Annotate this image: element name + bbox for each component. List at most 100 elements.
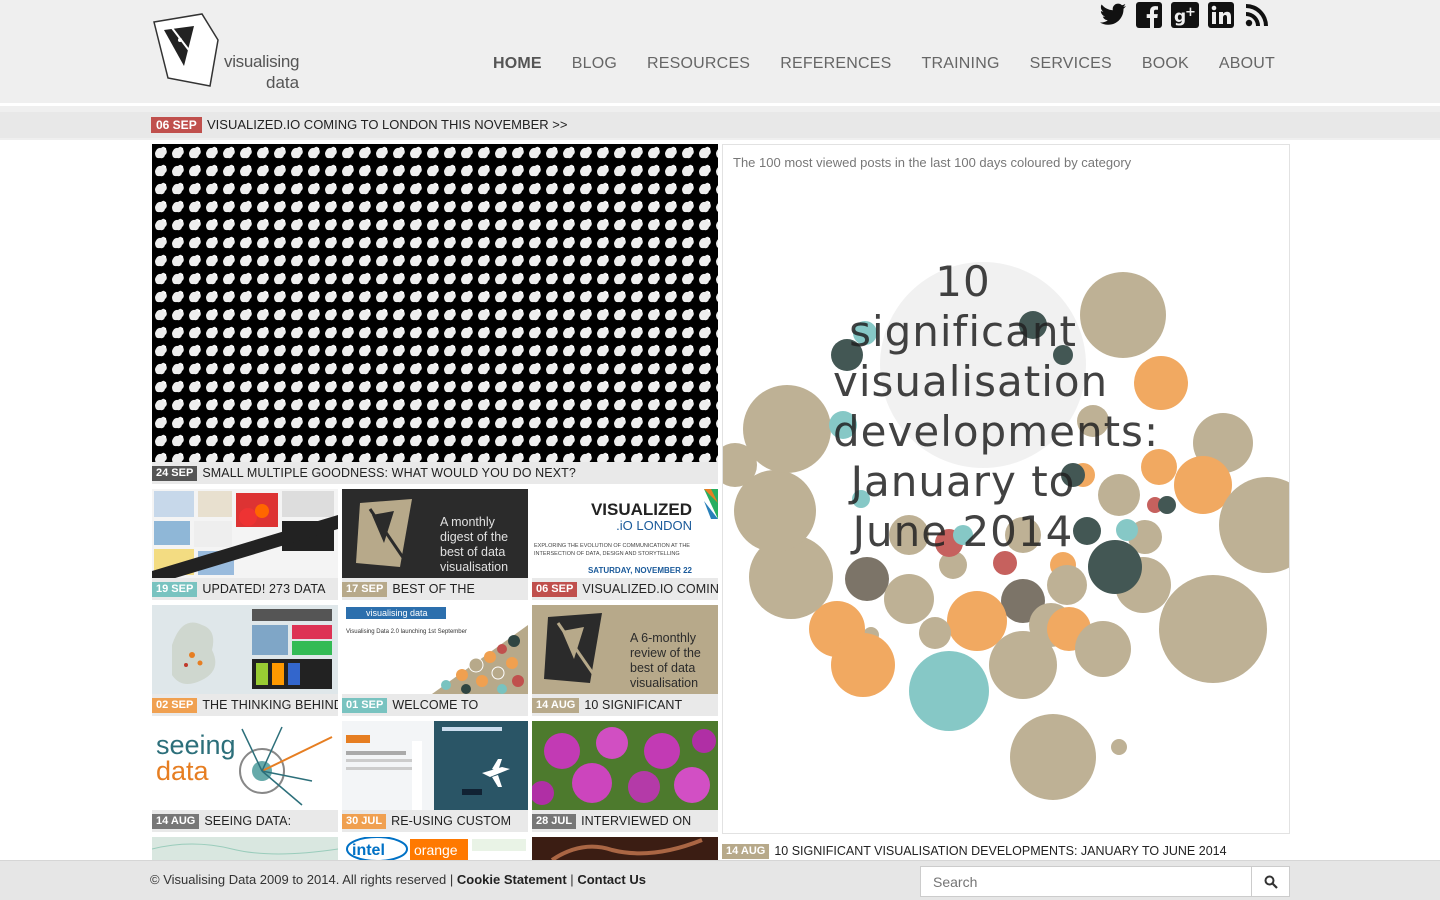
post-title[interactable]: RE-USING CUSTOM xyxy=(391,814,511,828)
post-thumbnail: seeing data xyxy=(152,721,338,810)
post-tile[interactable]: A monthly digest of the best of data vis… xyxy=(342,489,528,600)
nav-references[interactable]: REFERENCES xyxy=(780,55,891,73)
post-title[interactable]: THE THINKING BEHIND xyxy=(202,698,338,712)
facebook-icon[interactable] xyxy=(1134,0,1164,30)
brand-logos-thumbnail: intel orange xyxy=(346,837,526,860)
overlay-line: digest of the xyxy=(440,530,509,544)
photo-thumbnail xyxy=(532,837,718,860)
post-title[interactable]: INTERVIEWED ON xyxy=(581,814,691,828)
post-thumbnail xyxy=(342,721,528,810)
nav-services[interactable]: SERVICES xyxy=(1030,55,1112,73)
post-title[interactable]: BEST OF THE xyxy=(392,582,475,596)
feature-headline[interactable]: 10 significant visualisation development… xyxy=(833,257,1158,557)
date-badge: 02 SEP xyxy=(152,697,198,713)
social-links: g + xyxy=(1098,0,1272,30)
twitter-icon[interactable] xyxy=(1098,0,1128,30)
post-caption: 02 SEP THE THINKING BEHIND xyxy=(152,694,338,716)
map-collage-thumbnail xyxy=(172,609,332,689)
post-tile[interactable] xyxy=(152,837,338,860)
post-thumbnail xyxy=(152,489,338,578)
post-title[interactable]: WELCOME TO xyxy=(392,698,478,712)
small-multiples-thumbnail xyxy=(152,144,718,462)
post-caption: 14 AUG 10 SIGNIFICANT xyxy=(532,694,718,716)
search-button[interactable] xyxy=(1251,867,1289,896)
ticker-link[interactable]: VISUALIZED.IO COMING TO LONDON THIS NOVE… xyxy=(207,116,567,134)
site-logo[interactable]: visualising data xyxy=(150,12,310,92)
nav-training[interactable]: TRAINING xyxy=(922,55,1000,73)
post-tile[interactable]: VISUALIZED .iO LONDON EXPLORING THE EVOL… xyxy=(532,489,718,600)
nav-blog[interactable]: BLOG xyxy=(572,55,617,73)
nav-resources[interactable]: RESOURCES xyxy=(647,55,750,73)
overlay-line: review of the xyxy=(630,646,701,660)
search-input[interactable] xyxy=(921,867,1252,896)
search-box xyxy=(920,866,1290,897)
copyright-text: © Visualising Data 2009 to 2014. All rig… xyxy=(150,872,454,887)
featured-post-panel[interactable]: The 100 most viewed posts in the last 10… xyxy=(722,144,1290,834)
overlay-line: best of data xyxy=(630,661,696,675)
post-caption: 30 JUL RE-USING CUSTOM xyxy=(342,810,528,832)
post-caption: 19 SEP UPDATED! 273 DATA xyxy=(152,578,338,600)
hero-post-image xyxy=(152,144,718,462)
news-ticker[interactable]: 06 SEP VISUALIZED.IO COMING TO LONDON TH… xyxy=(0,112,1440,138)
date-badge: 28 JUL xyxy=(532,813,577,829)
search-icon xyxy=(1264,875,1278,889)
contact-us-link[interactable]: Contact Us xyxy=(577,872,646,887)
overlay-line: SATURDAY, NOVEMBER 22 xyxy=(587,566,692,575)
google-plus-icon[interactable]: g + xyxy=(1170,0,1200,30)
post-title[interactable]: SEEING DATA: xyxy=(204,814,291,828)
hero-post-tile[interactable]: 24 SEP SMALL MULTIPLE GOODNESS: WHAT WOU… xyxy=(152,144,718,484)
post-tile[interactable]: visualising data Visualising Data 2.0 la… xyxy=(342,605,528,716)
post-title[interactable]: 10 SIGNIFICANT VISUALISATION DEVELOPMENT… xyxy=(774,844,1226,858)
footer-text: © Visualising Data 2009 to 2014. All rig… xyxy=(150,872,646,887)
nav-book[interactable]: BOOK xyxy=(1142,55,1189,73)
post-title[interactable]: UPDATED! 273 DATA xyxy=(202,582,325,596)
post-caption: 28 JUL INTERVIEWED ON xyxy=(532,810,718,832)
post-tile[interactable]: seeing data 14 AUG SEEING DATA: xyxy=(152,721,338,832)
post-tile[interactable]: 30 JUL RE-USING CUSTOM xyxy=(342,721,528,832)
post-thumbnail: VISUALIZED .iO LONDON EXPLORING THE EVOL… xyxy=(532,489,718,578)
site-header: visualising data g + HOME BLOG RESOURCES … xyxy=(0,0,1440,106)
nav-about[interactable]: ABOUT xyxy=(1219,55,1275,73)
post-tile[interactable]: 02 SEP THE THINKING BEHIND xyxy=(152,605,338,716)
tools-collage-thumbnail xyxy=(152,491,338,578)
logo-mark-icon xyxy=(153,13,219,87)
date-badge: 14 AUG xyxy=(152,813,200,829)
date-badge: 01 SEP xyxy=(342,697,388,713)
overlay-line: .iO LONDON xyxy=(616,518,692,533)
overlay-line: visualisation xyxy=(440,560,509,574)
post-tile[interactable]: intel orange xyxy=(342,837,528,860)
post-tile[interactable]: 28 JUL INTERVIEWED ON xyxy=(532,721,718,832)
post-thumbnail xyxy=(152,605,338,694)
post-thumbnail xyxy=(532,721,718,810)
nav-home[interactable]: HOME xyxy=(493,55,542,73)
hero-caption: 24 SEP SMALL MULTIPLE GOODNESS: WHAT WOU… xyxy=(152,462,718,484)
date-badge: 30 JUL xyxy=(342,813,387,829)
date-badge: 17 SEP xyxy=(342,581,388,597)
post-thumbnail: visualising data Visualising Data 2.0 la… xyxy=(342,605,528,694)
brand-line2: data xyxy=(266,73,300,92)
eye-diagram-icon xyxy=(239,726,333,806)
post-caption: 01 SEP WELCOME TO xyxy=(342,694,528,716)
svg-text:intel: intel xyxy=(352,842,385,859)
overlay-line: A monthly xyxy=(440,515,495,529)
feature-caption: 14 AUG 10 SIGNIFICANT VISUALISATION DEVE… xyxy=(722,840,1290,862)
linkedin-icon[interactable] xyxy=(1206,0,1236,30)
site-footer: © Visualising Data 2009 to 2014. All rig… xyxy=(0,860,1440,900)
post-tile[interactable] xyxy=(532,837,718,860)
post-tile[interactable]: 19 SEP UPDATED! 273 DATA xyxy=(152,489,338,600)
map-thumbnail xyxy=(152,837,338,860)
date-badge: 14 AUG xyxy=(722,843,770,859)
color-stripe-icon xyxy=(704,489,718,519)
cookie-statement-link[interactable]: Cookie Statement xyxy=(457,872,567,887)
post-thumbnail: A monthly digest of the best of data vis… xyxy=(342,489,528,578)
bubble-pattern-thumbnail xyxy=(432,625,528,694)
flowers-photo-thumbnail xyxy=(532,721,718,810)
post-title[interactable]: 10 SIGNIFICANT xyxy=(584,698,682,712)
rss-icon[interactable] xyxy=(1242,0,1272,30)
post-title[interactable]: SMALL MULTIPLE GOODNESS: WHAT WOULD YOU … xyxy=(202,466,576,480)
post-caption: 14 AUG SEEING DATA: xyxy=(152,810,338,832)
post-caption: 06 SEP VISUALIZED.IO COMING xyxy=(532,578,718,600)
footer-separator: | xyxy=(570,872,574,887)
post-title[interactable]: VISUALIZED.IO COMING xyxy=(582,582,718,596)
post-tile[interactable]: A 6-monthly review of the best of data v… xyxy=(532,605,718,716)
